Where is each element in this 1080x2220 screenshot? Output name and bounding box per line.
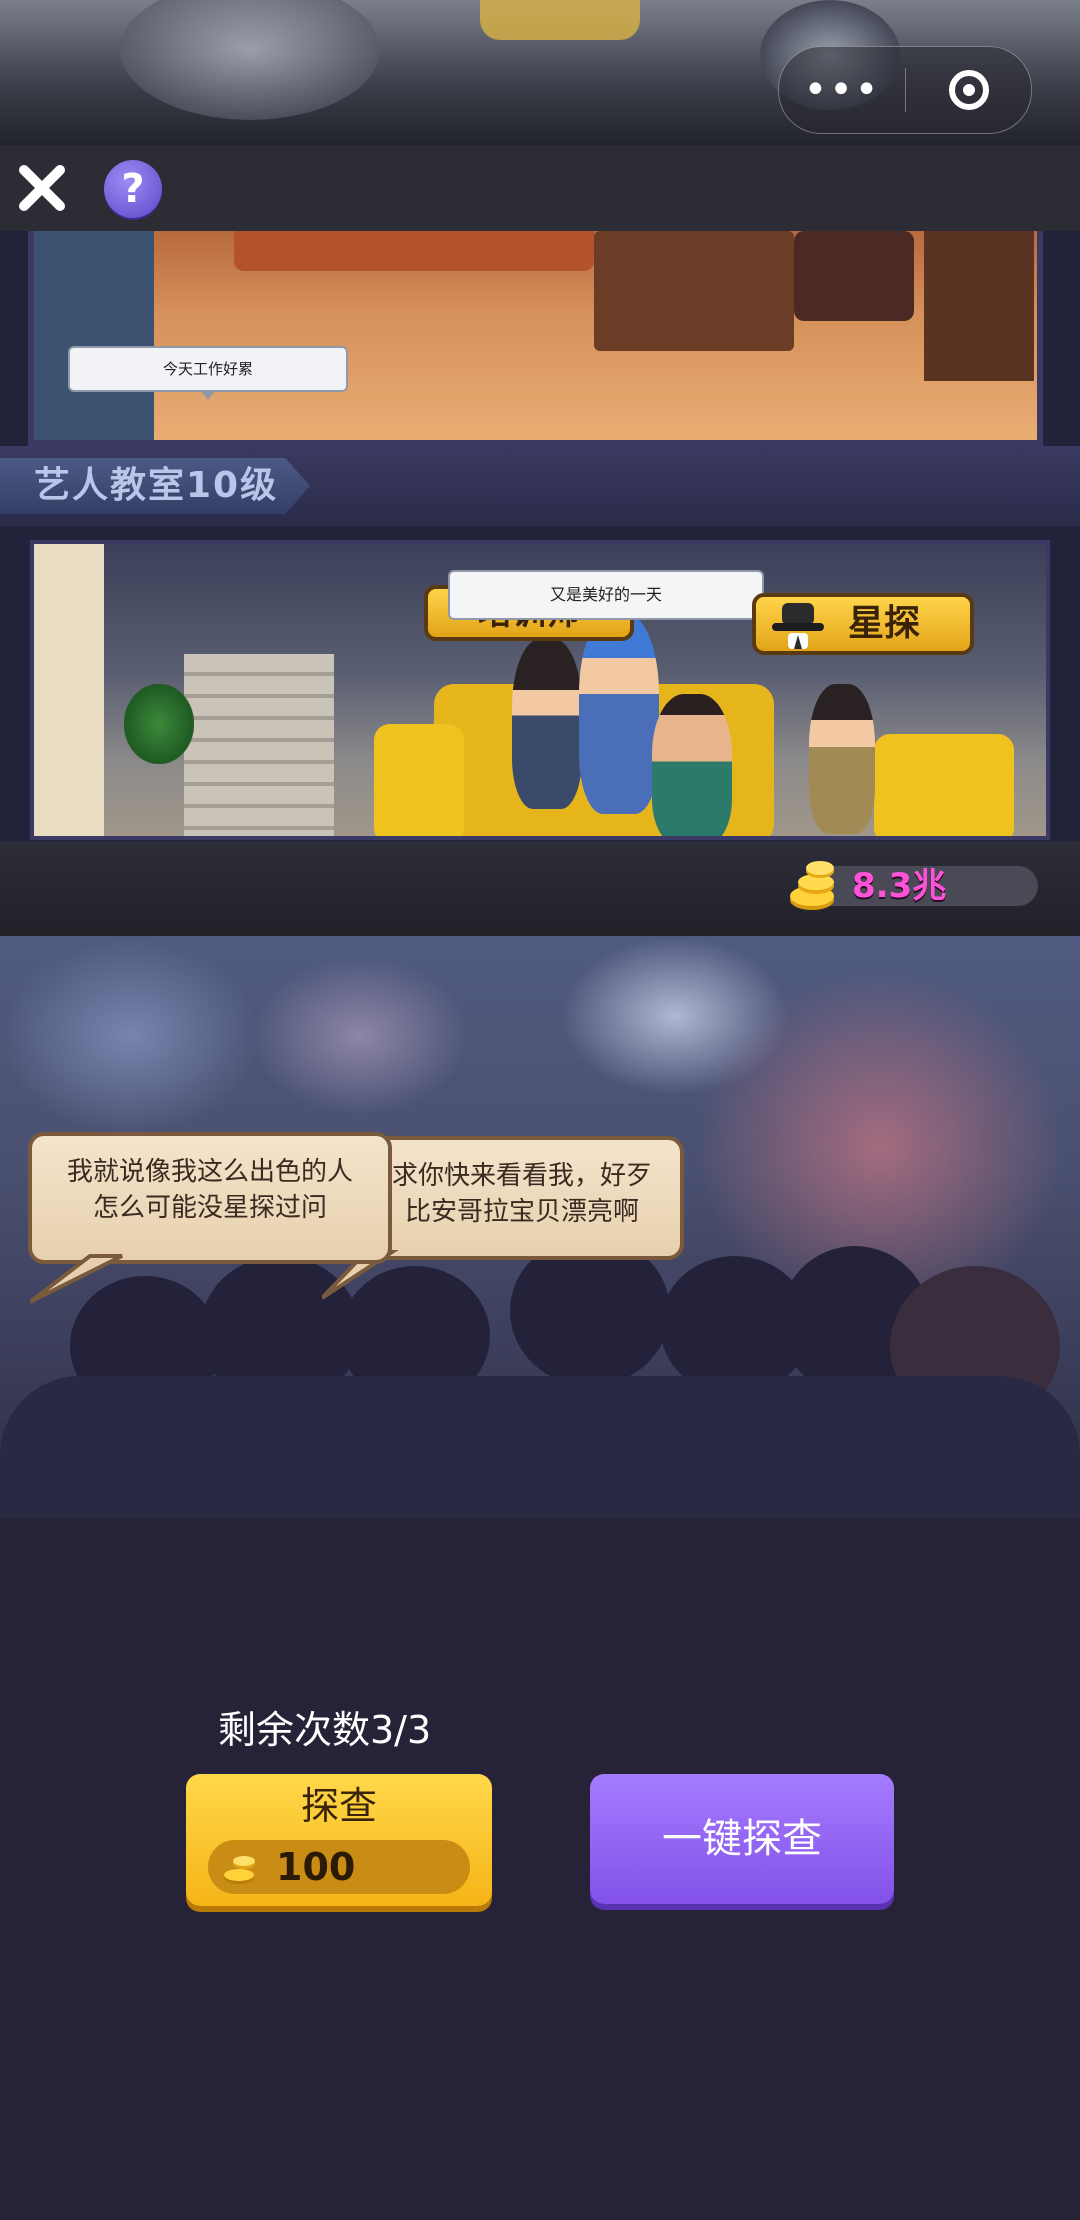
- bubble-text-line: 比安哥拉宝贝漂亮啊: [404, 1197, 639, 1227]
- help-button[interactable]: ?: [104, 160, 162, 218]
- scout-sign-label: 星探: [848, 603, 921, 644]
- bubble-text-line: 怎么可能没星探过问: [92, 1193, 327, 1223]
- gold-coins-icon: [790, 861, 834, 910]
- bubble-text-line: 我就说像我这么出色的人: [66, 1157, 353, 1187]
- room-wall: [34, 231, 154, 440]
- sofa: [234, 231, 594, 271]
- currency-value: 8.3兆: [852, 866, 947, 906]
- floor-label: 艺人教室10级: [0, 458, 310, 514]
- blurred-scenery: [120, 0, 380, 120]
- blurred-light: [250, 956, 470, 1116]
- one-key-explore-button[interactable]: 一键探查: [590, 1774, 894, 1904]
- target-circle-icon[interactable]: [906, 70, 1031, 110]
- potted-plant: [124, 684, 194, 764]
- bubble-text-line: 求你快来看看我，好歹: [391, 1161, 652, 1191]
- more-dots-icon[interactable]: •••: [779, 47, 905, 133]
- character-artist[interactable]: [652, 694, 732, 836]
- detective-hat-icon: [772, 603, 824, 649]
- yellow-chair: [874, 734, 1014, 836]
- gold-coins-icon: [224, 1856, 255, 1884]
- explore-label: 探查: [300, 1784, 377, 1828]
- blurred-light: [0, 936, 260, 1136]
- yellow-chair: [374, 724, 464, 836]
- speech-bubble-left: 我就说像我这么出色的人 怎么可能没星探过问: [28, 1132, 392, 1264]
- desk: [594, 231, 794, 351]
- speech-bubble: 今天工作好累: [68, 346, 348, 400]
- character-artist[interactable]: [512, 639, 582, 809]
- close-x-icon[interactable]: [14, 160, 70, 216]
- character-artist[interactable]: [579, 614, 659, 814]
- explore-cost: 100: [276, 1845, 356, 1889]
- scout-sign[interactable]: 星探: [752, 593, 974, 655]
- mini-program-capsule: •••: [778, 46, 1032, 134]
- cabinet: [924, 231, 1034, 381]
- office-chair: [794, 231, 914, 321]
- room-wall: [34, 544, 104, 836]
- office-room[interactable]: [28, 231, 1043, 446]
- character-scout[interactable]: [809, 684, 875, 834]
- speech-bubble: 又是美好的一天: [448, 570, 764, 620]
- explore-button[interactable]: 探查 100: [186, 1774, 492, 1906]
- speech-bubble-right: 求你快来看看我，好歹 比安哥拉宝贝漂亮啊: [360, 1136, 684, 1260]
- top-toolbar: [0, 145, 1080, 231]
- bubble-tail: [30, 1254, 123, 1304]
- blurred-scenery: [480, 0, 640, 40]
- stairs: [184, 654, 334, 836]
- crowd-bodies: [0, 1376, 1080, 1518]
- remaining-count: 剩余次数3/3: [218, 1708, 432, 1752]
